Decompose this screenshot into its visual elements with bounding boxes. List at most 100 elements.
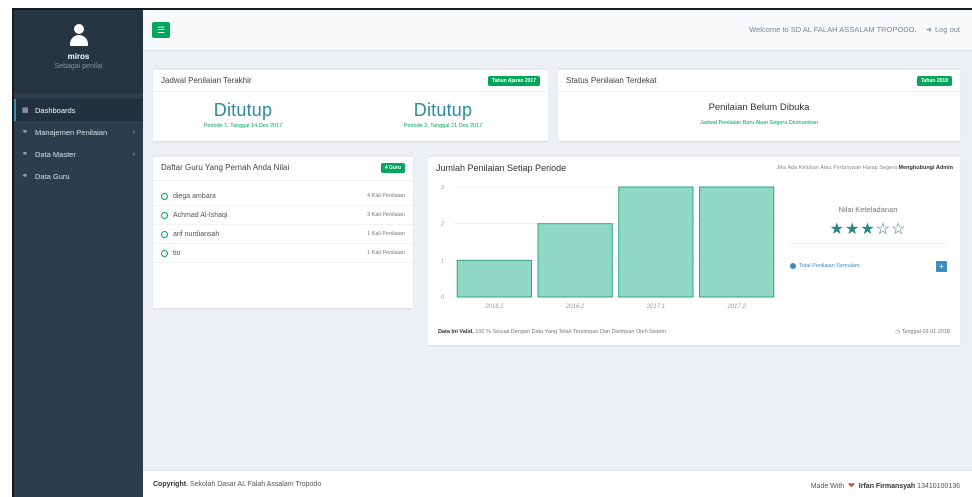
date-text: Tanggal 03.01.2018 xyxy=(901,329,950,335)
chart-box: Jumlah Penilaian Setiap Periode Jika Ada… xyxy=(428,155,960,345)
chart-date: ◷ Tanggal 03.01.2018 xyxy=(895,329,950,335)
welcome-bar: Welcome to SD AL FALAH ASSALAM TROPODO. … xyxy=(749,25,960,34)
teacher-count: 3 Kali Penilaian xyxy=(367,212,405,218)
bar xyxy=(698,186,775,298)
add-button[interactable]: + xyxy=(936,261,947,272)
total-link-text: Total Penilaian Semulam xyxy=(799,263,860,269)
y-tick-label: 2 xyxy=(441,222,444,228)
status-sub: Jadwal Penilaian Baru Akan Segera Diumum… xyxy=(699,120,819,126)
x-tick-label: 2016.2 xyxy=(565,304,585,310)
status-main: Penilaian Belum Dibuka xyxy=(708,102,810,113)
data-valid-note: Data Ini Valid. 100 % Sesuai Dengan Data… xyxy=(438,329,668,335)
header-note-bold: Menghubungi Admin xyxy=(898,165,953,171)
rating-label: Nilai Keteladanan xyxy=(838,205,898,214)
logout-icon: ➜ xyxy=(925,25,932,34)
schedule-box: Jadwal Penilaian Terakhir Tahun Ajaran 2… xyxy=(153,68,548,141)
star-filled-icon: ★ xyxy=(860,221,876,238)
sidebar-item-label: Data Master xyxy=(35,149,76,159)
schedule-title: Jadwal Penilaian Terakhir xyxy=(161,76,252,85)
logout-link[interactable]: Log out xyxy=(935,25,960,34)
rating-divider xyxy=(790,243,946,244)
sidebar-item-data-master[interactable]: ⚭ Data Master ‹ xyxy=(14,143,143,165)
note-bold: Data Ini Valid. xyxy=(438,329,474,335)
sidebar-item-dashboards[interactable]: ▦ Dashboards xyxy=(14,99,143,121)
list-item[interactable]: arif nurdiansah 1 Kali Penilaian xyxy=(153,225,413,244)
info-icon xyxy=(790,263,796,269)
x-tick-label: 2016.1 xyxy=(484,304,503,310)
period-1: Ditutup Periode 1, Tanggal 14 Des 2017 xyxy=(153,100,333,129)
author-name: Irfan Firmansyah xyxy=(858,483,916,490)
schedule-badge: Tahun Ajaran 2017 xyxy=(488,76,540,86)
teacher-name: Achmad Al-Ishaqi xyxy=(173,211,228,219)
period-2-status: Ditutup xyxy=(413,100,473,120)
sidebar-item-data-guru[interactable]: ⚭ Data Guru xyxy=(14,165,143,187)
y-tick-label: 0 xyxy=(441,295,444,301)
user-name: miros xyxy=(67,52,90,61)
period-1-status: Ditutup xyxy=(213,100,273,120)
status-badge: Tahun 2018 xyxy=(916,76,952,86)
teacher-name: arif nurdiansah xyxy=(173,230,220,238)
teacher-name: diega ambara xyxy=(173,192,216,200)
y-tick-label: 3 xyxy=(441,185,444,191)
status-box-title: Status Penilaian Terdekat xyxy=(566,76,657,85)
heart-icon: ❤ xyxy=(848,481,855,490)
tag-icon: ⚭ xyxy=(22,173,28,180)
sidebar-item-label: Dashboards xyxy=(35,105,76,115)
status-box: Status Penilaian Terdekat Tahun 2018 Pen… xyxy=(558,68,960,141)
star-empty-icon: ☆ xyxy=(891,221,907,238)
star-filled-icon: ★ xyxy=(844,221,861,238)
clock-icon: ◷ xyxy=(895,329,901,335)
made-with-text: Made With xyxy=(810,483,845,490)
page-footer: Copyright. Sekolah Dasar AL Falah Assala… xyxy=(143,470,972,497)
teacher-name: tio xyxy=(173,249,181,257)
sidebar-item-manajemen-penilaian[interactable]: ⚭ Manajemen Penilaian ‹ xyxy=(14,121,143,143)
star-empty-icon: ☆ xyxy=(875,221,892,238)
bar xyxy=(456,259,533,298)
list-item[interactable]: diega ambara 4 Kali Penilaian xyxy=(153,187,413,206)
app-window: miros Sebagai penilai ▦ Dashboards ⚭ Man… xyxy=(12,8,972,497)
rating-stars: ★★★☆☆ xyxy=(788,219,948,239)
teachers-box: Daftar Guru Yang Pernah Anda Nilai 4 Gur… xyxy=(153,155,413,308)
dashboard-icon: ▦ xyxy=(22,107,29,114)
circle-icon xyxy=(161,249,168,257)
teachers-badge: 4 Guru xyxy=(380,163,405,173)
circle-icon xyxy=(161,211,168,219)
bar-chart: 0 1 2 3 2016.1 2016.2 2017.1 2017.2 xyxy=(441,185,777,310)
main-content: ☰ Welcome to SD AL FALAH ASSALAM TROPODO… xyxy=(143,10,972,497)
period-1-detail: Periode 1, Tanggal 14 Des 2017 xyxy=(203,123,283,129)
chart-title: Jumlah Penilaian Setiap Periode xyxy=(436,163,567,173)
sidebar: miros Sebagai penilai ▦ Dashboards ⚭ Man… xyxy=(14,10,143,497)
user-role: Sebagai penilai xyxy=(54,63,103,70)
teacher-count: 1 Kali Penilaian xyxy=(367,250,405,256)
note-text: 100 % Sesuai Dengan Data Yang Telah Ters… xyxy=(475,329,668,335)
user-avatar-icon xyxy=(68,24,90,46)
copyright-bold: Copyright xyxy=(153,481,187,488)
user-panel: miros Sebagai penilai xyxy=(14,10,143,93)
chevron-left-icon: ‹ xyxy=(132,150,135,158)
menu-toggle-button[interactable]: ☰ xyxy=(152,22,170,38)
y-tick-label: 1 xyxy=(441,258,444,264)
teachers-title: Daftar Guru Yang Pernah Anda Nilai xyxy=(161,163,290,172)
teacher-count: 1 Kali Penilaian xyxy=(367,231,405,237)
bar xyxy=(537,223,613,298)
welcome-text: Welcome to SD AL FALAH ASSALAM TROPODO. xyxy=(749,25,917,34)
sidebar-item-label: Manajemen Penilaian xyxy=(35,127,108,137)
circle-icon xyxy=(161,192,168,200)
chart-header-note: Jika Ada Keluhan Atau Pertanyaan Harap S… xyxy=(777,165,954,171)
author-id: 13410100136 xyxy=(917,483,960,490)
header-note-text: Jika Ada Keluhan Atau Pertanyaan Harap S… xyxy=(776,165,897,171)
tag-icon: ⚭ xyxy=(22,151,28,158)
list-item[interactable]: Achmad Al-Ishaqi 3 Kali Penilaian xyxy=(153,206,413,225)
copyright-text: . Sekolah Dasar AL Falah Assalam Tropodo xyxy=(186,481,322,488)
tag-icon: ⚭ xyxy=(22,129,28,136)
total-penilaian-link[interactable]: Total Penilaian Semulam xyxy=(790,263,860,269)
chevron-left-icon: ‹ xyxy=(132,128,135,136)
list-item[interactable]: tio 1 Kali Penilaian xyxy=(153,244,413,263)
period-2: Ditutup Periode 2, Tanggal 21 Des 2017 xyxy=(353,100,533,129)
x-tick-label: 2017.1 xyxy=(646,304,665,310)
period-2-detail: Periode 2, Tanggal 21 Des 2017 xyxy=(403,123,483,129)
x-tick-label: 2017.2 xyxy=(726,304,746,310)
circle-icon xyxy=(161,230,168,238)
sidebar-item-label: Data Guru xyxy=(35,171,70,181)
top-navbar: ☰ Welcome to SD AL FALAH ASSALAM TROPODO… xyxy=(143,10,972,51)
